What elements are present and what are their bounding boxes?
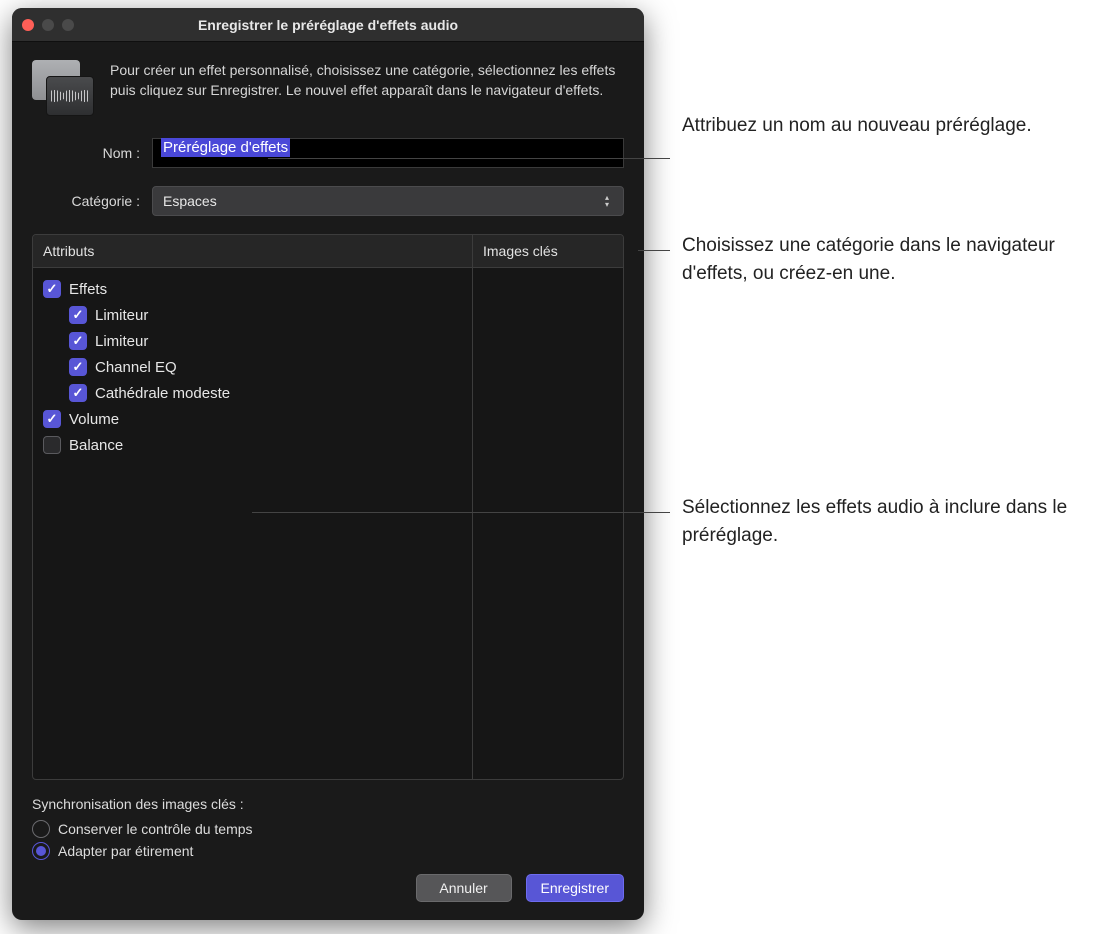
- radio-maintain-timing[interactable]: Conserver le contrôle du temps: [32, 818, 624, 840]
- attribute-checkbox[interactable]: [43, 436, 61, 454]
- attribute-label: Cathédrale modeste: [95, 385, 230, 402]
- audio-preset-icon: [32, 60, 94, 116]
- attribute-row[interactable]: Balance: [39, 432, 466, 458]
- minimize-window-button: [42, 19, 54, 31]
- radio-button[interactable]: [32, 820, 50, 838]
- callout-effects: Sélectionnez les effets audio à inclure …: [682, 494, 1072, 549]
- attribute-checkbox[interactable]: [69, 384, 87, 402]
- attribute-label: Limiteur: [95, 333, 148, 350]
- keyframes-column: [473, 268, 623, 779]
- column-keyframes: Images clés: [473, 235, 623, 267]
- attributes-header: Attributs Images clés: [33, 235, 623, 268]
- category-row: Catégorie : Espaces: [32, 186, 624, 216]
- cancel-button[interactable]: Annuler: [416, 874, 512, 902]
- zoom-window-button: [62, 19, 74, 31]
- preset-name-value: Préréglage d'effets: [161, 138, 290, 157]
- keyframe-sync-title: Synchronisation des images clés :: [32, 796, 624, 812]
- dialog-content: Pour créer un effet personnalisé, choisi…: [12, 42, 644, 920]
- attribute-label: Balance: [69, 437, 123, 454]
- keyframe-sync-section: Synchronisation des images clés : Conser…: [32, 796, 624, 862]
- titlebar: Enregistrer le préréglage d'effets audio: [12, 8, 644, 42]
- attribute-checkbox[interactable]: [43, 410, 61, 428]
- attribute-row[interactable]: Effets: [39, 276, 466, 302]
- attribute-label: Effets: [69, 281, 107, 298]
- attribute-row[interactable]: Channel EQ: [39, 354, 466, 380]
- intro-row: Pour créer un effet personnalisé, choisi…: [32, 60, 624, 116]
- column-attributes: Attributs: [33, 235, 473, 267]
- intro-text: Pour créer un effet personnalisé, choisi…: [110, 60, 624, 116]
- save-audio-preset-dialog: Enregistrer le préréglage d'effets audio…: [12, 8, 644, 920]
- category-label: Catégorie :: [32, 193, 152, 209]
- attribute-row[interactable]: Volume: [39, 406, 466, 432]
- attribute-label: Limiteur: [95, 307, 148, 324]
- attribute-label: Volume: [69, 411, 119, 428]
- attribute-row[interactable]: Limiteur: [39, 302, 466, 328]
- radio-label: Conserver le contrôle du temps: [58, 821, 253, 837]
- save-button[interactable]: Enregistrer: [526, 874, 624, 902]
- attribute-checkbox[interactable]: [69, 358, 87, 376]
- window-title: Enregistrer le préréglage d'effets audio: [12, 17, 644, 33]
- callout-line: [252, 512, 670, 513]
- attributes-table: Attributs Images clés Effets Limiteur Limi…: [32, 234, 624, 780]
- select-arrows-icon: [599, 195, 615, 208]
- callout-line: [638, 250, 670, 251]
- close-window-button[interactable]: [22, 19, 34, 31]
- category-select[interactable]: Espaces: [152, 186, 624, 216]
- attributes-list: Effets Limiteur Limiteur Channel EQ Cathédra…: [33, 268, 473, 779]
- attribute-checkbox[interactable]: [69, 332, 87, 350]
- name-row: Nom : Préréglage d'effets: [32, 138, 624, 168]
- attribute-row[interactable]: Limiteur: [39, 328, 466, 354]
- callout-category: Choisissez une catégorie dans le navigat…: [682, 232, 1062, 287]
- callout-name: Attribuez un nom au nouveau préréglage.: [682, 112, 1042, 140]
- preset-name-input[interactable]: Préréglage d'effets: [152, 138, 624, 168]
- radio-button[interactable]: [32, 842, 50, 860]
- name-label: Nom :: [32, 145, 152, 161]
- callout-line: [268, 158, 670, 159]
- radio-label: Adapter par étirement: [58, 843, 193, 859]
- attributes-body: Effets Limiteur Limiteur Channel EQ Cathédra…: [33, 268, 623, 779]
- window-controls: [22, 19, 74, 31]
- category-value: Espaces: [163, 193, 217, 209]
- attribute-checkbox[interactable]: [43, 280, 61, 298]
- attribute-label: Channel EQ: [95, 359, 177, 376]
- attribute-row[interactable]: Cathédrale modeste: [39, 380, 466, 406]
- radio-stretch-to-fit[interactable]: Adapter par étirement: [32, 840, 624, 862]
- dialog-buttons: Annuler Enregistrer: [32, 874, 624, 908]
- attribute-checkbox[interactable]: [69, 306, 87, 324]
